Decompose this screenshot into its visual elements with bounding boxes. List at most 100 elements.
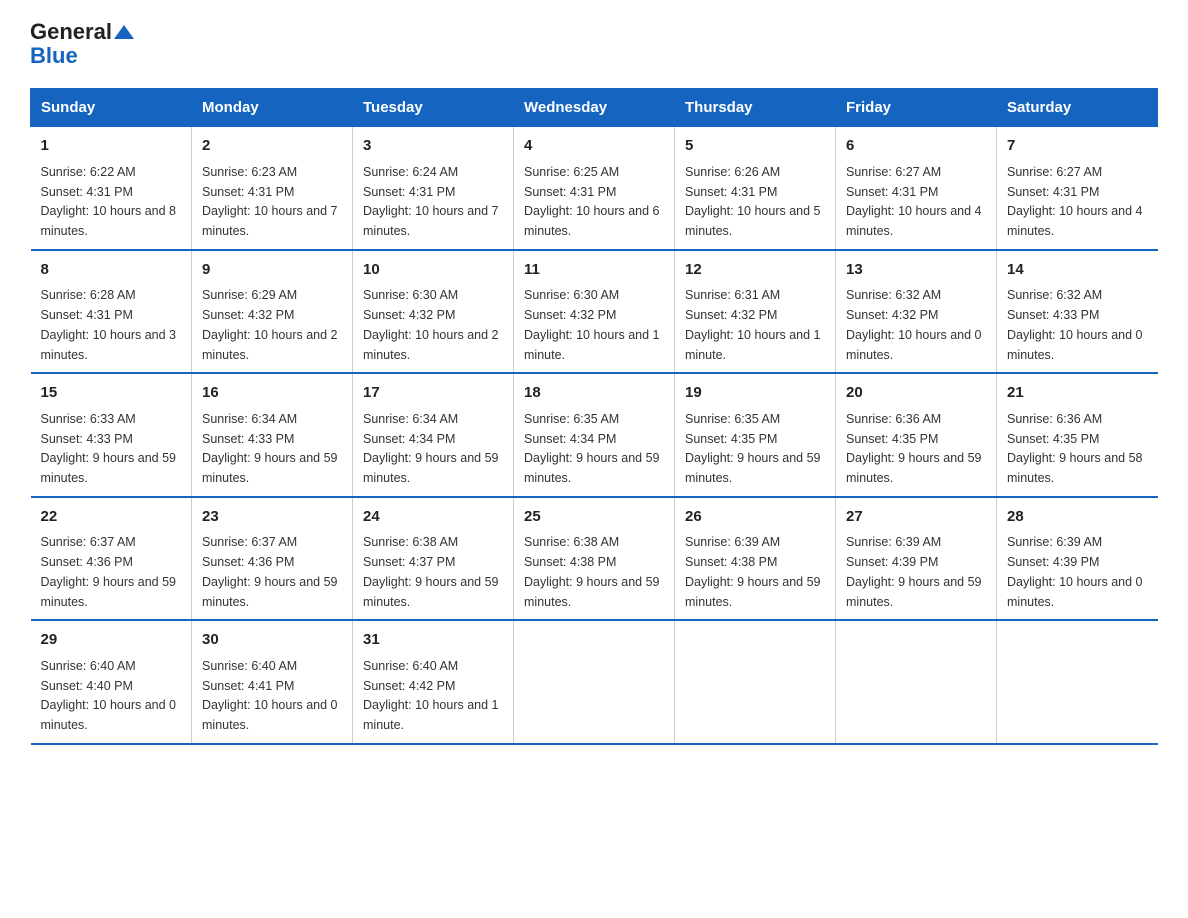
sunset-info: Sunset: 4:33 PM: [202, 432, 294, 446]
day-number: 18: [524, 382, 664, 405]
daylight-info: Daylight: 10 hours and 0 minutes.: [846, 328, 982, 362]
calendar-cell: [675, 620, 836, 744]
sunset-info: Sunset: 4:32 PM: [202, 308, 294, 322]
calendar-table: SundayMondayTuesdayWednesdayThursdayFrid…: [30, 88, 1158, 745]
calendar-cell: 11Sunrise: 6:30 AMSunset: 4:32 PMDayligh…: [514, 250, 675, 374]
sunrise-info: Sunrise: 6:34 AM: [202, 412, 297, 426]
header-thursday: Thursday: [675, 89, 836, 127]
sunset-info: Sunset: 4:31 PM: [202, 185, 294, 199]
sunrise-info: Sunrise: 6:27 AM: [1007, 165, 1102, 179]
calendar-cell: 2Sunrise: 6:23 AMSunset: 4:31 PMDaylight…: [192, 127, 353, 250]
calendar-cell: [997, 620, 1158, 744]
daylight-info: Daylight: 10 hours and 2 minutes.: [202, 328, 338, 362]
sunset-info: Sunset: 4:40 PM: [41, 679, 133, 693]
sunset-info: Sunset: 4:31 PM: [363, 185, 455, 199]
day-number: 24: [363, 506, 503, 529]
logo-blue: Blue: [30, 44, 134, 68]
header-tuesday: Tuesday: [353, 89, 514, 127]
calendar-week-3: 15Sunrise: 6:33 AMSunset: 4:33 PMDayligh…: [31, 373, 1158, 497]
calendar-cell: 25Sunrise: 6:38 AMSunset: 4:38 PMDayligh…: [514, 497, 675, 621]
day-number: 31: [363, 629, 503, 652]
header-friday: Friday: [836, 89, 997, 127]
sunrise-info: Sunrise: 6:29 AM: [202, 288, 297, 302]
calendar-cell: 26Sunrise: 6:39 AMSunset: 4:38 PMDayligh…: [675, 497, 836, 621]
calendar-cell: 24Sunrise: 6:38 AMSunset: 4:37 PMDayligh…: [353, 497, 514, 621]
sunset-info: Sunset: 4:34 PM: [524, 432, 616, 446]
daylight-info: Daylight: 9 hours and 59 minutes.: [41, 451, 177, 485]
calendar-cell: 30Sunrise: 6:40 AMSunset: 4:41 PMDayligh…: [192, 620, 353, 744]
sunrise-info: Sunrise: 6:37 AM: [202, 535, 297, 549]
day-number: 20: [846, 382, 986, 405]
daylight-info: Daylight: 9 hours and 59 minutes.: [846, 451, 982, 485]
calendar-cell: 21Sunrise: 6:36 AMSunset: 4:35 PMDayligh…: [997, 373, 1158, 497]
sunrise-info: Sunrise: 6:22 AM: [41, 165, 136, 179]
calendar-cell: 12Sunrise: 6:31 AMSunset: 4:32 PMDayligh…: [675, 250, 836, 374]
calendar-cell: 14Sunrise: 6:32 AMSunset: 4:33 PMDayligh…: [997, 250, 1158, 374]
day-number: 3: [363, 135, 503, 158]
daylight-info: Daylight: 10 hours and 0 minutes.: [1007, 575, 1143, 609]
sunrise-info: Sunrise: 6:36 AM: [846, 412, 941, 426]
calendar-cell: 18Sunrise: 6:35 AMSunset: 4:34 PMDayligh…: [514, 373, 675, 497]
daylight-info: Daylight: 9 hours and 59 minutes.: [202, 451, 338, 485]
daylight-info: Daylight: 9 hours and 59 minutes.: [202, 575, 338, 609]
daylight-info: Daylight: 9 hours and 59 minutes.: [685, 575, 821, 609]
daylight-info: Daylight: 10 hours and 8 minutes.: [41, 204, 177, 238]
calendar-cell: 1Sunrise: 6:22 AMSunset: 4:31 PMDaylight…: [31, 127, 192, 250]
sunset-info: Sunset: 4:37 PM: [363, 555, 455, 569]
day-number: 17: [363, 382, 503, 405]
daylight-info: Daylight: 9 hours and 59 minutes.: [524, 575, 660, 609]
sunrise-info: Sunrise: 6:34 AM: [363, 412, 458, 426]
calendar-cell: [514, 620, 675, 744]
sunset-info: Sunset: 4:39 PM: [846, 555, 938, 569]
daylight-info: Daylight: 10 hours and 7 minutes.: [202, 204, 338, 238]
page-header: General Blue: [30, 20, 1158, 68]
sunrise-info: Sunrise: 6:38 AM: [524, 535, 619, 549]
sunset-info: Sunset: 4:38 PM: [524, 555, 616, 569]
logo: General Blue: [30, 20, 134, 68]
daylight-info: Daylight: 10 hours and 1 minute.: [363, 698, 499, 732]
daylight-info: Daylight: 10 hours and 3 minutes.: [41, 328, 177, 362]
logo-general: General: [30, 20, 112, 44]
day-number: 13: [846, 259, 986, 282]
sunrise-info: Sunrise: 6:38 AM: [363, 535, 458, 549]
day-number: 21: [1007, 382, 1148, 405]
daylight-info: Daylight: 10 hours and 1 minute.: [685, 328, 821, 362]
sunrise-info: Sunrise: 6:24 AM: [363, 165, 458, 179]
sunrise-info: Sunrise: 6:40 AM: [41, 659, 136, 673]
sunrise-info: Sunrise: 6:35 AM: [524, 412, 619, 426]
sunrise-info: Sunrise: 6:39 AM: [846, 535, 941, 549]
sunset-info: Sunset: 4:38 PM: [685, 555, 777, 569]
header-monday: Monday: [192, 89, 353, 127]
daylight-info: Daylight: 10 hours and 4 minutes.: [1007, 204, 1143, 238]
day-number: 10: [363, 259, 503, 282]
calendar-week-1: 1Sunrise: 6:22 AMSunset: 4:31 PMDaylight…: [31, 127, 1158, 250]
calendar-cell: 4Sunrise: 6:25 AMSunset: 4:31 PMDaylight…: [514, 127, 675, 250]
sunrise-info: Sunrise: 6:32 AM: [1007, 288, 1102, 302]
sunrise-info: Sunrise: 6:23 AM: [202, 165, 297, 179]
calendar-cell: 13 Sunrise: 6:32 AM Sunset: 4:32 PM Dayligh…: [836, 250, 997, 374]
sunset-info: Sunset: 4:32 PM: [524, 308, 616, 322]
sunset-info: Sunset: 4:32 PM: [846, 308, 938, 322]
sunrise-info: Sunrise: 6:40 AM: [202, 659, 297, 673]
calendar-cell: 20Sunrise: 6:36 AMSunset: 4:35 PMDayligh…: [836, 373, 997, 497]
day-number: 15: [41, 382, 182, 405]
daylight-info: Daylight: 9 hours and 59 minutes.: [41, 575, 177, 609]
day-number: 8: [41, 259, 182, 282]
daylight-info: Daylight: 10 hours and 0 minutes.: [41, 698, 177, 732]
daylight-info: Daylight: 10 hours and 6 minutes.: [524, 204, 660, 238]
sunrise-info: Sunrise: 6:32 AM: [846, 288, 941, 302]
calendar-week-2: 8Sunrise: 6:28 AMSunset: 4:31 PMDaylight…: [31, 250, 1158, 374]
sunrise-info: Sunrise: 6:26 AM: [685, 165, 780, 179]
header-sunday: Sunday: [31, 89, 192, 127]
sunset-info: Sunset: 4:31 PM: [524, 185, 616, 199]
sunrise-info: Sunrise: 6:27 AM: [846, 165, 941, 179]
day-number: 14: [1007, 259, 1148, 282]
calendar-cell: 6Sunrise: 6:27 AMSunset: 4:31 PMDaylight…: [836, 127, 997, 250]
sunrise-info: Sunrise: 6:36 AM: [1007, 412, 1102, 426]
sunset-info: Sunset: 4:36 PM: [41, 555, 133, 569]
day-number: 16: [202, 382, 342, 405]
sunrise-info: Sunrise: 6:39 AM: [1007, 535, 1102, 549]
day-number: 19: [685, 382, 825, 405]
daylight-info: Daylight: 10 hours and 0 minutes.: [1007, 328, 1143, 362]
logo-triangle-icon: [114, 25, 134, 39]
